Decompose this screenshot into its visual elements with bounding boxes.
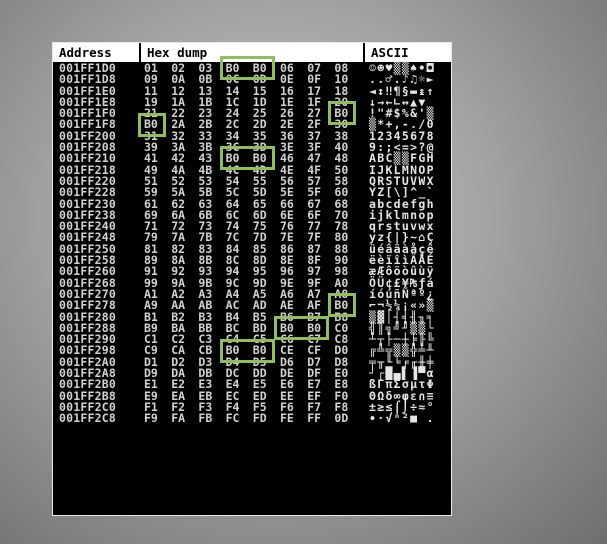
hex-byte[interactable]: FD [253, 412, 271, 424]
row-address: 001FF2C8 [59, 411, 116, 426]
row-ascii: ∙·√ⁿ²■ . [369, 411, 435, 426]
dump-rows: 001FF1D0 01 02 03 B0 B0 06 07 08 ☺☻♥▒▒♠•◘ 001FF1D8… [53, 62, 451, 426]
column-header: Address Hex dump ASCII [53, 43, 451, 63]
hex-byte[interactable]: FF [307, 412, 325, 424]
hex-byte[interactable]: FA [171, 412, 189, 424]
hex-byte[interactable]: FB [198, 412, 216, 424]
hex-byte[interactable]: FE [280, 412, 298, 424]
hex-byte[interactable]: F9 [144, 412, 162, 424]
hex-dump-window: Address Hex dump ASCII 001FF1D0 01 02 03 B0 B… [52, 42, 452, 516]
hex-byte[interactable]: 0D [334, 412, 352, 424]
hex-column-header[interactable]: Hex dump [141, 43, 363, 62]
hex-byte[interactable]: FC [226, 412, 244, 424]
address-column-header[interactable]: Address [53, 43, 139, 62]
dump-row[interactable]: 001FF2C8 F9 FA FB FC FD FE FF 0D ∙·√ⁿ²■ . [53, 411, 451, 426]
ascii-column-header[interactable]: ASCII [365, 43, 451, 62]
